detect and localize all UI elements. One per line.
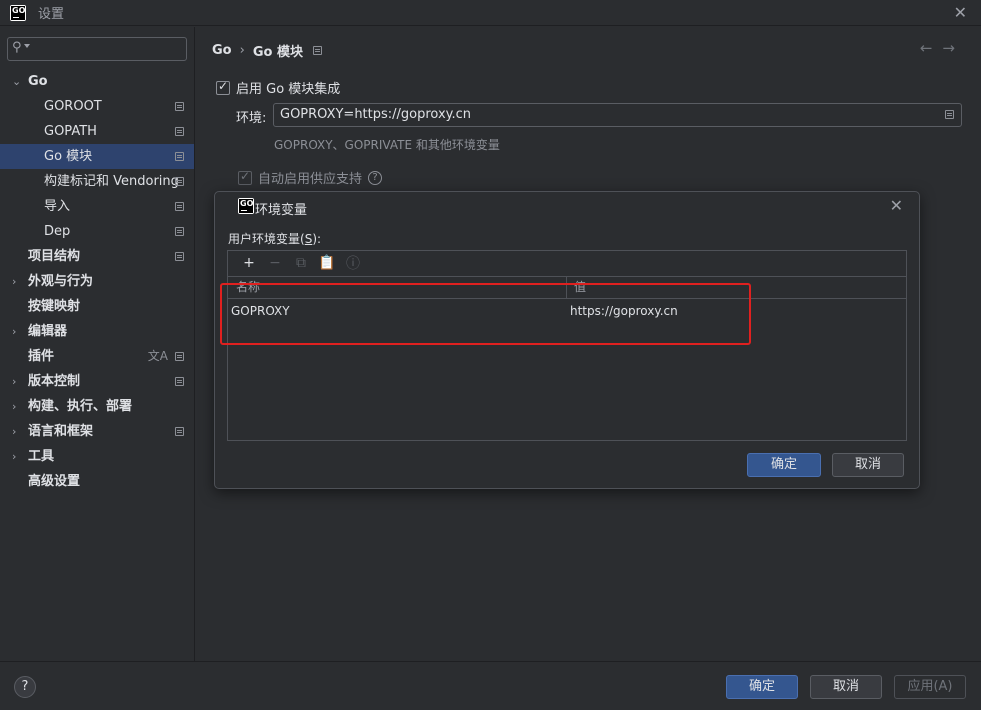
expand-editor-icon[interactable] <box>945 110 954 119</box>
project-settings-icon <box>175 427 184 436</box>
back-arrow-icon[interactable]: ← <box>920 39 943 57</box>
sidebar-item-advanced[interactable]: 高级设置 <box>0 469 194 494</box>
enable-go-modules-checkbox[interactable] <box>216 79 230 95</box>
help-button[interactable]: ? <box>14 676 36 698</box>
settings-tree: ⌄ Go GOROOT GOPATH Go 模块 构建标记和 Vendoring… <box>0 69 194 494</box>
project-settings-icon <box>175 202 184 211</box>
project-settings-icon <box>175 252 184 261</box>
title-bar: GO 设置 ✕ <box>0 0 981 26</box>
enable-go-modules-label: 启用 Go 模块集成 <box>236 82 341 97</box>
dialog-cancel-button[interactable]: 取消 <box>832 453 904 477</box>
nav-arrows: ←→ <box>920 39 965 57</box>
vendoring-row[interactable]: 自动启用供应支持 ? <box>238 168 383 187</box>
sidebar-item-go[interactable]: ⌄ Go <box>0 69 194 94</box>
sidebar-item-appearance[interactable]: › 外观与行为 <box>0 269 194 294</box>
sidebar-item-plugins[interactable]: 插件 文A <box>0 344 194 369</box>
sidebar-item-build-exec-deploy[interactable]: › 构建、执行、部署 <box>0 394 194 419</box>
goland-logo-icon: GO <box>10 4 26 21</box>
env-table: + − ⧉ 📋 ⓘ 名称 值 GOPROXY https://goproxy.c… <box>227 250 907 441</box>
chevron-right-icon[interactable]: › <box>12 394 16 419</box>
table-toolbar: + − ⧉ 📋 ⓘ <box>228 251 906 275</box>
search-options-chevron-icon[interactable] <box>24 44 30 48</box>
sidebar-item-go-modules[interactable]: Go 模块 <box>0 144 194 169</box>
sidebar-item-gopath[interactable]: GOPATH <box>0 119 194 144</box>
breadcrumb-separator-icon: › <box>239 43 245 58</box>
sidebar-item-project-structure[interactable]: 项目结构 <box>0 244 194 269</box>
goland-logo-icon: GO <box>238 198 254 214</box>
chevron-right-icon[interactable]: › <box>12 419 16 444</box>
env-variables-dialog: GO 环境变量 ✕ 用户环境变量(S): + − ⧉ 📋 ⓘ 名称 值 GOPR… <box>214 191 920 489</box>
forward-arrow-icon[interactable]: → <box>942 39 965 57</box>
dialog-close-icon[interactable]: ✕ <box>890 196 903 215</box>
vendoring-checkbox[interactable] <box>238 169 252 185</box>
chevron-right-icon[interactable]: › <box>12 444 16 469</box>
sidebar-item-vcs[interactable]: › 版本控制 <box>0 369 194 394</box>
help-icon[interactable]: ⓘ <box>340 253 366 273</box>
ok-button[interactable]: 确定 <box>726 675 798 699</box>
project-settings-icon <box>175 177 184 186</box>
project-settings-icon <box>175 352 184 361</box>
chevron-right-icon[interactable]: › <box>12 269 16 294</box>
paste-icon[interactable]: 📋 <box>314 255 340 271</box>
search-icon: ⚲ <box>12 40 22 55</box>
project-settings-icon <box>175 152 184 161</box>
breadcrumb-item-go-modules: Go 模块 <box>252 45 303 60</box>
remove-icon[interactable]: − <box>262 255 288 271</box>
sidebar-item-build-tags[interactable]: 构建标记和 Vendoring <box>0 169 194 194</box>
cancel-button[interactable]: 取消 <box>810 675 882 699</box>
sidebar-item-imports[interactable]: 导入 <box>0 194 194 219</box>
help-icon[interactable]: ? <box>368 170 383 185</box>
apply-button[interactable]: 应用(A) <box>894 675 966 699</box>
chevron-right-icon[interactable]: › <box>12 319 16 344</box>
window-close-icon[interactable]: ✕ <box>954 3 967 22</box>
env-label: 环境: <box>236 111 267 126</box>
chevron-right-icon[interactable]: › <box>12 369 16 394</box>
add-icon[interactable]: + <box>236 255 262 271</box>
project-settings-icon <box>175 127 184 136</box>
red-highlight-box <box>220 283 751 345</box>
vendoring-label: 自动启用供应支持 <box>258 172 363 187</box>
user-env-label: 用户环境变量(S): <box>228 232 322 246</box>
project-settings-icon <box>312 46 322 55</box>
dialog-ok-button[interactable]: 确定 <box>747 453 821 477</box>
breadcrumb-item-go[interactable]: Go <box>212 43 232 58</box>
sidebar-item-tools[interactable]: › 工具 <box>0 444 194 469</box>
settings-search-input[interactable]: ⚲ <box>7 37 187 61</box>
project-settings-icon <box>175 102 184 111</box>
sidebar-item-editor[interactable]: › 编辑器 <box>0 319 194 344</box>
project-settings-icon <box>175 377 184 386</box>
settings-sidebar: ⚲ ⌄ Go GOROOT GOPATH Go 模块 构建标记和 Vendori… <box>0 27 195 661</box>
window-title: 设置 <box>38 7 65 22</box>
env-input[interactable]: GOPROXY=https://goproxy.cn <box>273 103 962 127</box>
sidebar-item-dep[interactable]: Dep <box>0 219 194 244</box>
settings-footer: ? 确定 取消 应用(A) <box>0 661 981 710</box>
dialog-title: 环境变量 <box>255 203 308 218</box>
sidebar-item-goroot[interactable]: GOROOT <box>0 94 194 119</box>
sidebar-item-languages[interactable]: › 语言和框架 <box>0 419 194 444</box>
project-settings-icon <box>175 227 184 236</box>
sidebar-item-keymap[interactable]: 按键映射 <box>0 294 194 319</box>
env-hint: GOPROXY、GOPRIVATE 和其他环境变量 <box>274 138 500 152</box>
breadcrumb: Go › Go 模块 <box>212 41 322 60</box>
enable-go-modules-row[interactable]: 启用 Go 模块集成 <box>216 78 340 97</box>
copy-icon[interactable]: ⧉ <box>288 255 314 271</box>
translate-icon: 文A <box>147 349 168 363</box>
chevron-down-icon[interactable]: ⌄ <box>12 69 21 94</box>
